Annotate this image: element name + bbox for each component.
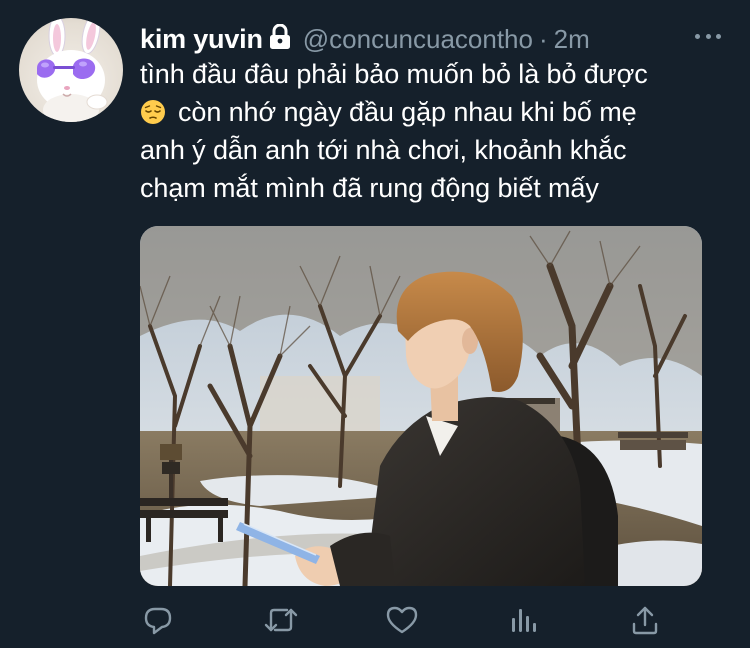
more-dot xyxy=(705,33,711,39)
tweet-text-line: chạm mắt mình đã rung động biết mấy xyxy=(140,173,599,203)
share-button[interactable] xyxy=(625,600,665,640)
tweet-header: kim yuvin @concuncuacontho · 2m xyxy=(140,20,590,58)
retweet-button[interactable] xyxy=(261,600,301,640)
tweet-text: tình đầu đâu phải bảo muốn bỏ là bỏ được… xyxy=(140,55,720,207)
share-icon xyxy=(632,606,658,635)
separator-dot: · xyxy=(538,23,548,54)
heart-icon xyxy=(386,606,418,634)
retweet-icon xyxy=(264,608,298,632)
tweet-text-line: anh ý dẫn anh tới nhà chơi, khoảnh khắc xyxy=(140,135,627,165)
analytics-icon xyxy=(512,609,536,632)
tweet-photo[interactable] xyxy=(140,226,702,586)
photo-outdoor-winter-park-icon xyxy=(140,226,702,586)
lock-icon xyxy=(269,23,291,50)
tweet-card[interactable]: kim yuvin @concuncuacontho · 2m tình đầu… xyxy=(0,0,750,648)
pensive-face-icon xyxy=(140,97,166,124)
avatar[interactable] xyxy=(19,18,123,122)
tweet-text-line-content: còn nhớ ngày đầu gặp nhau khi bố mẹ xyxy=(178,97,637,127)
more-dot xyxy=(695,33,700,39)
reply-icon xyxy=(144,607,172,635)
tweet-actions xyxy=(140,600,680,640)
more-options-icon[interactable] xyxy=(695,28,721,44)
like-button[interactable] xyxy=(382,600,422,640)
reply-button[interactable] xyxy=(138,600,178,640)
user-handle[interactable]: @concuncuacontho xyxy=(303,24,533,55)
tweet-text-line: tình đầu đâu phải bảo muốn bỏ là bỏ được xyxy=(140,59,648,89)
tweet-text-line: còn nhớ ngày đầu gặp nhau khi bố mẹ xyxy=(140,93,720,131)
timestamp[interactable]: 2m xyxy=(554,24,590,55)
more-dot xyxy=(716,33,721,39)
analytics-button[interactable] xyxy=(504,600,544,640)
display-name[interactable]: kim yuvin xyxy=(140,24,263,55)
bunny-avatar-icon xyxy=(37,18,108,122)
